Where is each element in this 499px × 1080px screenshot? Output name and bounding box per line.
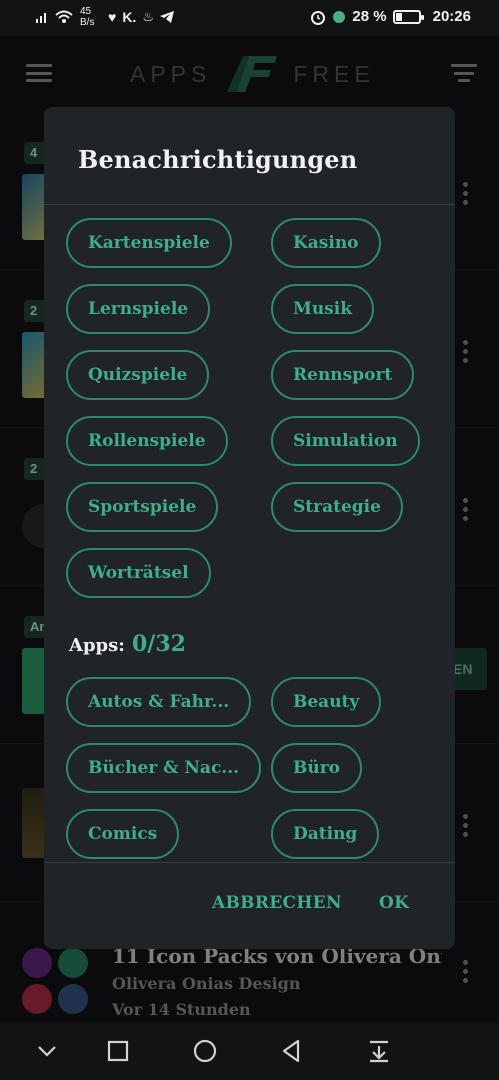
apps-section-label: Apps: [69,635,125,656]
chip-strategie[interactable]: Strategie [271,482,403,532]
chip-dating[interactable]: Dating [271,809,380,859]
chevron-down-icon[interactable] [34,1038,60,1064]
flame-icon: ♨ [142,9,154,24]
chip-kartenspiele[interactable]: Kartenspiele [66,218,232,268]
status-left-group: 45 B/s ♥ K. ♨ [36,6,174,28]
carrier-text: K. [122,9,137,25]
clock-time: 20:26 [432,8,471,25]
chip-lernspiele[interactable]: Lernspiele [66,284,211,334]
telegram-icon [159,11,174,23]
back-icon[interactable] [279,1038,305,1064]
battery-percent: 28 % [352,8,387,25]
chip-musik[interactable]: Musik [271,284,374,334]
battery-icon [392,9,424,24]
wifi-icon [55,10,73,23]
chip-simulation[interactable]: Simulation [271,416,420,466]
notifications-dialog: Benachrichtigungen Kartenspiele Kasino L… [44,107,455,949]
chip-rollenspiele[interactable]: Rollenspiele [66,416,228,466]
dialog-title: Benachrichtigungen [78,145,358,174]
chip-kasino[interactable]: Kasino [271,218,381,268]
heart-icon: ♥ [108,9,117,25]
alarm-icon [311,10,326,25]
apps-selection-count: 0/32 [132,631,186,657]
chip-autos-fahrzeuge[interactable]: Autos & Fahr... [66,677,252,727]
home-icon[interactable] [192,1038,218,1064]
cancel-button[interactable]: ABBRECHEN [212,893,342,913]
category-chip-list[interactable]: Kartenspiele Kasino Lernspiele Musik Qui… [44,205,455,862]
notification-shade-icon[interactable] [366,1038,392,1064]
recent-apps-icon[interactable] [105,1038,131,1064]
chip-rennsport[interactable]: Rennsport [271,350,415,400]
chip-buero[interactable]: Büro [271,743,363,793]
status-right-group: 28 % 20:26 [310,8,471,25]
battery-fill [395,12,402,21]
divider [44,862,455,863]
network-speed-unit: B/s [80,17,95,28]
signal-icon [36,13,46,23]
chip-comics[interactable]: Comics [66,809,180,859]
chip-buecher-nachschlagewerke[interactable]: Bücher & Nac... [66,743,262,793]
chip-beauty[interactable]: Beauty [271,677,382,727]
app-notification-icon [333,10,346,23]
chip-quizspiele[interactable]: Quizspiele [66,350,210,400]
network-speed: 45 B/s [80,6,102,28]
ok-button[interactable]: OK [379,893,409,913]
network-speed-value: 45 [80,6,92,17]
system-nav-bar [0,1022,499,1080]
chip-sportspiele[interactable]: Sportspiele [66,482,219,532]
chip-wortraetsel[interactable]: Worträtsel [66,548,211,598]
status-bar: 45 B/s ♥ K. ♨ 28 % 20:26 [0,0,499,36]
